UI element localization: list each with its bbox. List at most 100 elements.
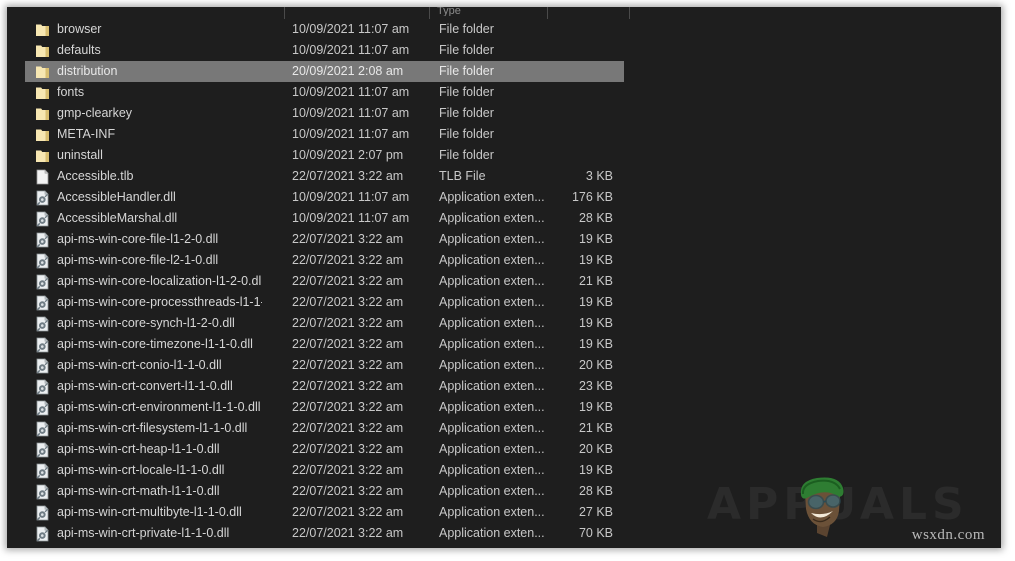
dll-icon [35,484,50,500]
file-list[interactable]: browser 10/09/2021 11:07 am File folder def… [7,19,1001,548]
file-name-cell[interactable]: api-ms-win-core-localization-l1-2-0.dll [57,271,262,292]
folder-icon [35,85,50,101]
table-row[interactable]: api-ms-win-core-synch-l1-2-0.dll 22/07/20… [25,313,624,334]
site-watermark: wsxdn.com [911,527,985,543]
file-name-cell[interactable]: AccessibleHandler.dll [57,187,262,208]
file-date-cell: 10/09/2021 11:07 am [292,43,410,57]
table-row[interactable]: api-ms-win-crt-conio-l1-1-0.dll 22/07/202… [25,355,624,376]
file-name-cell[interactable]: api-ms-win-crt-math-l1-1-0.dll [57,481,262,502]
document-icon [35,169,50,185]
file-size-cell: 21 KB [578,274,613,288]
table-row[interactable]: AccessibleHandler.dll 10/09/2021 11:07 am… [25,187,624,208]
file-size-cell: 176 KB [571,190,613,204]
file-name-cell[interactable]: api-ms-win-crt-multibyte-l1-1-0.dll [57,502,262,523]
folder-icon [35,127,50,143]
table-row[interactable]: gmp-clearkey 10/09/2021 11:07 am File fold… [25,103,624,124]
file-name-cell[interactable]: api-ms-win-core-file-l2-1-0.dll [57,250,262,271]
file-name-cell[interactable]: api-ms-win-crt-filesystem-l1-1-0.dll [57,418,262,439]
table-row[interactable]: api-ms-win-core-localization-l1-2-0.dll 2… [25,271,624,292]
dll-icon [35,358,50,374]
file-type-cell: File folder [439,43,494,57]
file-name-cell[interactable]: api-ms-win-crt-locale-l1-1-0.dll [57,460,262,481]
dll-icon [35,274,50,290]
table-row[interactable]: api-ms-win-crt-private-l1-1-0.dll 22/07/2… [25,523,624,544]
table-row[interactable]: api-ms-win-core-file-l2-1-0.dll 22/07/202… [25,250,624,271]
dll-icon [35,232,50,248]
file-date-cell: 22/07/2021 3:22 am [292,505,404,519]
file-name-cell[interactable]: META-INF [57,124,262,145]
file-size-cell: 20 KB [578,358,613,372]
file-name-cell[interactable]: api-ms-win-core-timezone-l1-1-0.dll [57,334,262,355]
file-name-cell[interactable]: api-ms-win-crt-convert-l1-1-0.dll [57,376,262,397]
file-name-cell[interactable]: distribution [57,61,262,82]
file-size-cell: 28 KB [578,484,613,498]
dll-icon [35,316,50,332]
file-name-cell[interactable]: api-ms-win-core-synch-l1-2-0.dll [57,313,262,334]
file-date-cell: 22/07/2021 3:22 am [292,232,404,246]
file-date-cell: 10/09/2021 11:07 am [292,190,410,204]
folder-icon [35,106,50,122]
file-type-cell: File folder [439,22,494,36]
table-row[interactable]: browser 10/09/2021 11:07 am File folder [25,19,624,40]
table-row[interactable]: fonts 10/09/2021 11:07 am File folder [25,82,624,103]
file-date-cell: 10/09/2021 11:07 am [292,127,410,141]
folder-icon [35,148,50,164]
file-size-cell: 23 KB [578,379,613,393]
file-name-cell[interactable]: api-ms-win-core-file-l1-2-0.dll [57,229,262,250]
file-size-cell: 19 KB [578,337,613,351]
table-row[interactable]: api-ms-win-core-processthreads-l1-1-1.dl… [25,292,624,313]
file-name-cell[interactable]: api-ms-win-core-processthreads-l1-1-1.dl… [57,292,262,313]
column-header-type[interactable]: Type [437,7,461,16]
dll-icon [35,211,50,227]
file-type-cell: File folder [439,106,494,120]
table-row[interactable]: AccessibleMarshal.dll 10/09/2021 11:07 am… [25,208,624,229]
file-date-cell: 22/07/2021 3:22 am [292,253,404,267]
file-size-cell: 20 KB [578,442,613,456]
dll-icon [35,253,50,269]
file-name-cell[interactable]: api-ms-win-crt-conio-l1-1-0.dll [57,355,262,376]
dll-icon [35,379,50,395]
table-row[interactable]: api-ms-win-core-file-l1-2-0.dll 22/07/202… [25,229,624,250]
table-row[interactable]: api-ms-win-crt-heap-l1-1-0.dll 22/07/2021… [25,439,624,460]
table-row[interactable]: META-INF 10/09/2021 11:07 am File folder [25,124,624,145]
table-row[interactable]: api-ms-win-crt-convert-l1-1-0.dll 22/07/2… [25,376,624,397]
table-row[interactable]: defaults 10/09/2021 11:07 am File folder [25,40,624,61]
file-name-cell[interactable]: api-ms-win-crt-private-l1-1-0.dll [57,523,262,544]
column-divider-size-end[interactable] [629,7,630,19]
file-date-cell: 10/09/2021 11:07 am [292,211,410,225]
file-date-cell: 22/07/2021 3:22 am [292,379,404,393]
file-name-cell[interactable]: browser [57,19,262,40]
file-date-cell: 22/07/2021 3:22 am [292,526,404,540]
file-name-cell[interactable]: api-ms-win-crt-heap-l1-1-0.dll [57,439,262,460]
table-row[interactable]: api-ms-win-crt-filesystem-l1-1-0.dll 22/0… [25,418,624,439]
file-type-cell: File folder [439,127,494,141]
dll-icon [35,400,50,416]
dll-icon [35,442,50,458]
dll-icon [35,463,50,479]
table-row[interactable]: uninstall 10/09/2021 2:07 pm File folder [25,145,624,166]
file-type-cell: File folder [439,64,494,78]
file-type-cell: File folder [439,148,494,162]
column-divider-type-size[interactable] [547,7,548,19]
file-date-cell: 10/09/2021 2:07 pm [292,148,404,162]
column-divider-date-type[interactable] [429,7,430,19]
file-name-cell[interactable]: api-ms-win-crt-environment-l1-1-0.dll [57,397,262,418]
file-name-cell[interactable]: Accessible.tlb [57,166,262,187]
table-row[interactable]: Accessible.tlb 22/07/2021 3:22 am TLB File… [25,166,624,187]
column-header-row[interactable]: Type [7,7,1001,19]
file-date-cell: 22/07/2021 3:22 am [292,421,404,435]
table-row[interactable]: api-ms-win-core-timezone-l1-1-0.dll 22/07… [25,334,624,355]
table-row[interactable]: api-ms-win-crt-environment-l1-1-0.dll 22/… [25,397,624,418]
table-row[interactable]: api-ms-win-crt-locale-l1-1-0.dll 22/07/20… [25,460,624,481]
file-name-cell[interactable]: defaults [57,40,262,61]
file-name-cell[interactable]: gmp-clearkey [57,103,262,124]
file-size-cell: 70 KB [578,526,613,540]
table-row[interactable]: api-ms-win-crt-math-l1-1-0.dll 22/07/2021… [25,481,624,502]
file-name-cell[interactable]: fonts [57,82,262,103]
file-name-cell[interactable]: uninstall [57,145,262,166]
file-name-cell[interactable]: AccessibleMarshal.dll [57,208,262,229]
file-date-cell: 10/09/2021 11:07 am [292,85,410,99]
column-divider-name-date[interactable] [284,7,285,19]
table-row[interactable]: distribution 20/09/2021 2:08 am File folde… [25,61,624,82]
table-row[interactable]: api-ms-win-crt-multibyte-l1-1-0.dll 22/07… [25,502,624,523]
